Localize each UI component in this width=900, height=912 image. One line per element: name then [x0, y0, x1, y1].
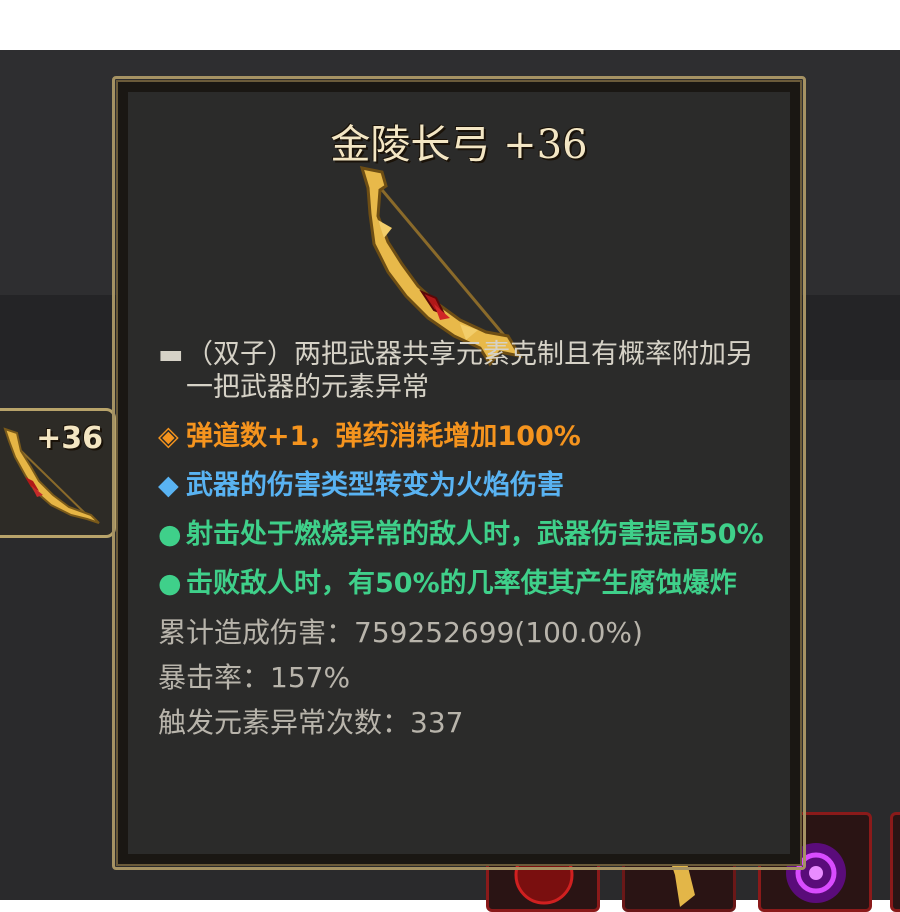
- stat-crit-rate: 暴击率：157%: [158, 661, 351, 694]
- stat-element-trigger-count: 触发元素异常次数：337: [158, 706, 464, 739]
- inventory-slot-4[interactable]: [890, 812, 900, 912]
- orange-diamond-icon: ◈: [158, 421, 179, 452]
- item-description: ▬ （双子）两把武器共享元素克制且有概率附加另一把武器的元素异常 ◈ 弹道数+1…: [158, 338, 778, 751]
- item-title: 金陵长弓 +36: [330, 122, 588, 168]
- affix-line-green-2: ● 击败敌人时，有50%的几率使其产生腐蚀爆炸: [158, 567, 778, 600]
- affix-line-blue: ◆ 武器的伤害类型转变为火焰伤害: [158, 469, 778, 502]
- green-dot-icon: ●: [158, 519, 182, 550]
- affix-line-green-1: ● 射击处于燃烧异常的敌人时，武器伤害提高50%: [158, 518, 778, 551]
- weapon-slot[interactable]: +36: [0, 408, 116, 538]
- affix-text: 武器的伤害类型转变为火焰伤害: [186, 470, 564, 501]
- affix-text: 弹道数+1，弹药消耗增加100%: [186, 421, 581, 452]
- green-dot-icon: ●: [158, 568, 182, 599]
- dash-icon: ▬: [158, 339, 184, 370]
- stat-total-damage: 累计造成伤害：759252699(100.0%): [158, 616, 643, 649]
- affix-text: 击败敌人时，有50%的几率使其产生腐蚀爆炸: [186, 568, 737, 599]
- skill-text: （双子）两把武器共享元素克制且有概率附加另一把武器的元素异常: [186, 339, 753, 403]
- item-tooltip: 金陵长弓 +36 ▬ （双子）两把武器共享元素克制且有概率附加另一把武器的元素异…: [112, 76, 806, 870]
- weapon-level: +36: [36, 421, 103, 456]
- affix-text: 射击处于燃烧异常的敌人时，武器伤害提高50%: [186, 519, 764, 550]
- blue-diamond-icon: ◆: [158, 470, 179, 501]
- affix-line-orange: ◈ 弹道数+1，弹药消耗增加100%: [158, 420, 778, 453]
- skill-line-gemini: ▬ （双子）两把武器共享元素克制且有概率附加另一把武器的元素异常: [158, 338, 778, 404]
